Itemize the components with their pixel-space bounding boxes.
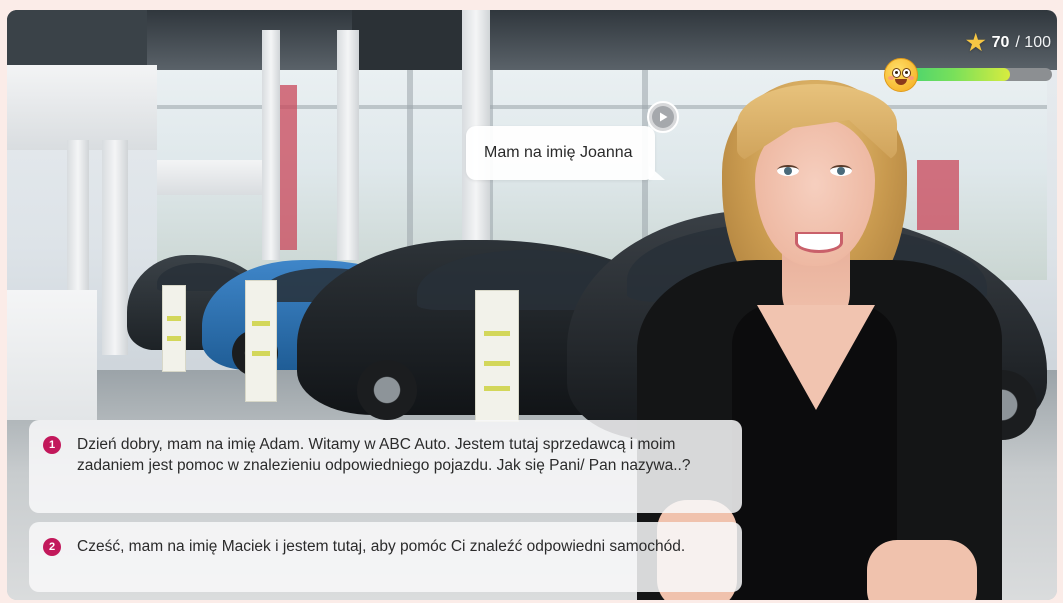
- option-number-badge: 1: [43, 436, 61, 454]
- star-icon: ★: [965, 30, 986, 55]
- smiling-emoji-icon: [884, 58, 918, 92]
- pillar: [102, 140, 128, 355]
- play-icon: [660, 112, 668, 122]
- answer-option-2[interactable]: 2 Cześć, mam na imię Maciek i jestem tut…: [29, 522, 742, 592]
- game-frame: Mam na imię Joanna 1 Dzień dobry, mam na…: [7, 10, 1057, 600]
- mezzanine-wall: [7, 65, 157, 150]
- pillar: [262, 30, 280, 260]
- score-value: 70: [991, 34, 1010, 51]
- reception-counter: [7, 290, 97, 420]
- price-stand: [475, 290, 519, 422]
- score-display: ★ 70 / 100: [966, 32, 1051, 54]
- character-hand: [867, 540, 977, 600]
- mood-progress: [884, 58, 1054, 92]
- customer-character: [637, 70, 1017, 600]
- answer-option-1[interactable]: 1 Dzień dobry, mam na imię Adam. Witamy …: [29, 420, 742, 513]
- score-max: / 100: [1015, 34, 1051, 51]
- pillar: [67, 140, 89, 310]
- character-eye: [777, 165, 799, 176]
- speech-text: Mam na imię Joanna: [484, 144, 633, 161]
- character-smile: [795, 232, 843, 253]
- price-stand: [162, 285, 186, 372]
- character-eye: [830, 165, 852, 176]
- play-audio-button[interactable]: [647, 101, 679, 133]
- mezzanine: [7, 10, 147, 70]
- option-text: Dzień dobry, mam na imię Adam. Witamy w …: [77, 436, 691, 474]
- pillar: [337, 30, 359, 260]
- option-text: Cześć, mam na imię Maciek i jestem tutaj…: [77, 538, 686, 555]
- price-stand: [245, 280, 277, 402]
- speech-bubble: Mam na imię Joanna: [466, 126, 665, 180]
- mezzanine-ledge: [157, 160, 277, 195]
- option-number-badge: 2: [43, 538, 61, 556]
